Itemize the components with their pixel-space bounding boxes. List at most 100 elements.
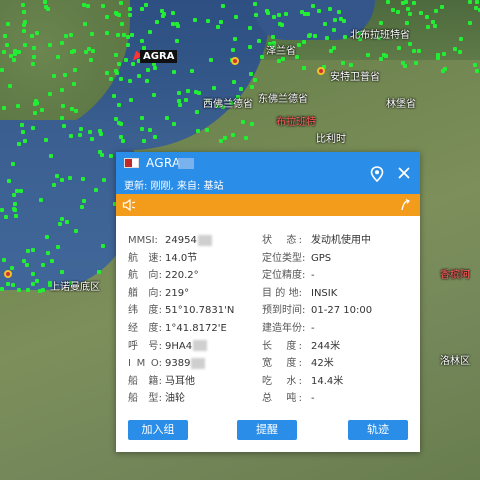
vessel-dot[interactable]	[405, 6, 410, 11]
vessel-dot[interactable]	[118, 77, 123, 82]
vessel-dot[interactable]	[31, 45, 36, 50]
vessel-dot[interactable]	[21, 2, 26, 7]
vessel-dot[interactable]	[341, 61, 346, 66]
vessel-dot[interactable]	[336, 10, 341, 15]
vessel-dot[interactable]	[211, 85, 216, 90]
vessel-dot[interactable]	[204, 128, 209, 133]
vessel-dot[interactable]	[412, 48, 417, 53]
add-to-group-button[interactable]: 加入组	[128, 420, 188, 440]
vessel-dot[interactable]	[11, 207, 16, 212]
vessel-dot[interactable]	[0, 286, 5, 291]
vessel-dot[interactable]	[77, 132, 82, 137]
vessel-dot[interactable]	[396, 45, 401, 50]
vessel-dot[interactable]	[68, 33, 73, 38]
vessel-dot[interactable]	[20, 123, 25, 128]
vessel-dot[interactable]	[433, 23, 438, 28]
vessel-dot[interactable]	[114, 52, 119, 57]
vessel-dot[interactable]	[130, 62, 135, 67]
vessel-dot[interactable]	[7, 178, 12, 183]
vessel-dot[interactable]	[6, 21, 11, 26]
vessel-dot[interactable]	[39, 108, 44, 113]
vessel-dot[interactable]	[71, 81, 76, 86]
vessel-dot[interactable]	[145, 68, 150, 73]
vessel-dot[interactable]	[161, 13, 166, 18]
vessel-dot[interactable]	[15, 103, 20, 108]
vessel-dot[interactable]	[23, 138, 28, 143]
vessel-dot[interactable]	[25, 287, 30, 292]
vessel-dot[interactable]	[30, 272, 35, 277]
vessel-dot[interactable]	[129, 32, 134, 37]
vessel-dot[interactable]	[459, 37, 464, 42]
vessel-dot[interactable]	[154, 20, 159, 25]
vessel-dot[interactable]	[14, 189, 19, 194]
vessel-dot[interactable]	[332, 28, 336, 33]
vessel-dot[interactable]	[430, 19, 435, 24]
vessel-dot[interactable]	[98, 129, 103, 134]
vessel-dot[interactable]	[86, 46, 91, 51]
vessel-dot[interactable]	[80, 177, 85, 182]
vessel-dot[interactable]	[22, 19, 27, 24]
vessel-dot[interactable]	[322, 22, 327, 27]
vessel-dot[interactable]	[265, 8, 270, 13]
vessel-dot[interactable]	[59, 116, 64, 121]
vessel-dot[interactable]	[223, 135, 228, 140]
vessel-dot[interactable]	[148, 30, 153, 35]
vessel-dot[interactable]	[435, 56, 440, 61]
track-button[interactable]: 轨迹	[348, 420, 408, 440]
vessel-dot[interactable]	[382, 52, 387, 57]
vessel-dot[interactable]	[219, 20, 224, 25]
vessel-dot[interactable]	[208, 57, 213, 62]
vessel-dot[interactable]	[112, 93, 117, 98]
vessel-dot[interactable]	[442, 52, 447, 57]
vessel-dot[interactable]	[119, 0, 124, 5]
vessel-dot[interactable]	[277, 21, 282, 26]
vessel-dot[interactable]	[126, 35, 131, 40]
vessel-dot[interactable]	[139, 116, 144, 121]
vessel-dot[interactable]	[124, 58, 129, 63]
vessel-dot[interactable]	[114, 12, 119, 17]
vessel-dot[interactable]	[17, 141, 22, 146]
expand-icon[interactable]	[399, 198, 411, 212]
vessel-dot[interactable]	[190, 68, 195, 73]
vessel-dot[interactable]	[39, 197, 44, 202]
vessel-dot[interactable]	[25, 263, 30, 268]
vessel-dot[interactable]	[70, 107, 75, 112]
vessel-dot[interactable]	[90, 136, 95, 141]
vessel-dot[interactable]	[13, 201, 18, 206]
vessel-dot[interactable]	[31, 248, 36, 253]
vessel-dot[interactable]	[32, 54, 37, 59]
location-pin-icon[interactable]	[370, 166, 384, 182]
vessel-dot[interactable]	[54, 173, 59, 178]
vessel-dot[interactable]	[105, 31, 110, 36]
vessel-dot[interactable]	[385, 0, 390, 5]
vessel-dot[interactable]	[113, 69, 118, 74]
vessel-dot[interactable]	[144, 79, 149, 84]
vessel-dot[interactable]	[48, 42, 53, 47]
vessel-dot[interactable]	[101, 178, 106, 183]
vessel-dot[interactable]	[3, 214, 8, 219]
vessel-dot[interactable]	[31, 125, 36, 130]
vessel-dot[interactable]	[196, 129, 200, 134]
vessel-dot[interactable]	[11, 192, 16, 197]
vessel-dot[interactable]	[170, 10, 175, 15]
vessel-dot[interactable]	[85, 3, 90, 8]
vessel-dot[interactable]	[424, 14, 429, 19]
vessel-dot[interactable]	[7, 84, 12, 89]
vessel-dot[interactable]	[13, 49, 18, 54]
vessel-dot[interactable]	[443, 66, 448, 71]
vessel-dot[interactable]	[240, 120, 245, 125]
vessel-dot[interactable]	[26, 249, 31, 254]
vessel-dot[interactable]	[175, 23, 180, 28]
vessel-dot[interactable]	[40, 262, 45, 267]
vessel-dot[interactable]	[218, 139, 223, 144]
vessel-dot[interactable]	[341, 18, 346, 23]
vessel-dot[interactable]	[120, 21, 125, 26]
vessel-dot[interactable]	[195, 109, 200, 114]
vessel-dot[interactable]	[13, 214, 18, 219]
vessel-dot[interactable]	[121, 138, 126, 143]
vessel-dot[interactable]	[342, 35, 347, 40]
vessel-dot[interactable]	[313, 34, 318, 39]
vessel-dot[interactable]	[34, 99, 39, 104]
vessel-dot[interactable]	[414, 61, 419, 66]
vessel-dot[interactable]	[16, 287, 21, 292]
